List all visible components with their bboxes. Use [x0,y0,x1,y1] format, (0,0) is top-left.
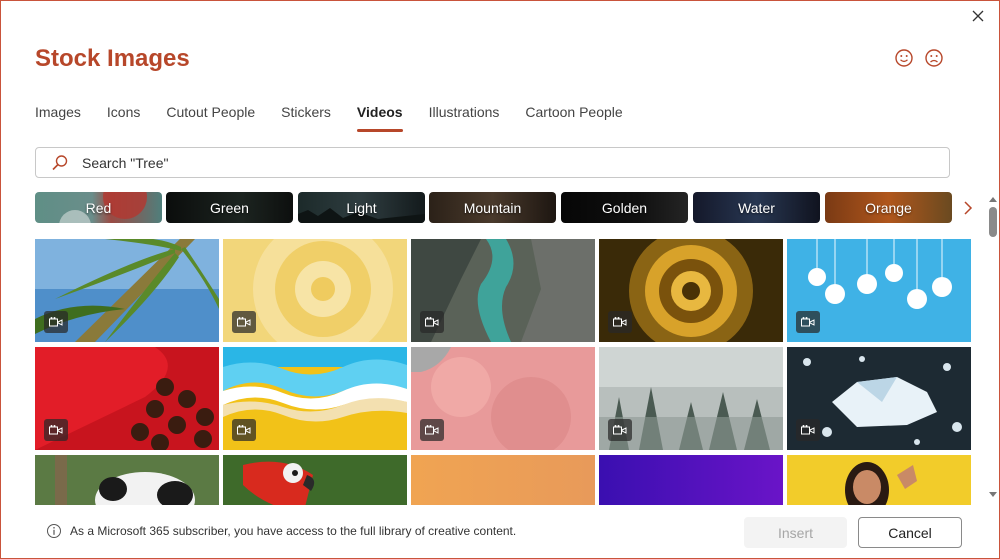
result-tile[interactable] [35,239,219,342]
video-badge [608,311,632,333]
insert-button[interactable]: Insert [744,517,847,548]
video-camera-icon [801,425,815,435]
woman-waving-thumbnail [787,455,971,505]
result-tile[interactable] [411,347,595,450]
result-tile[interactable] [223,455,407,505]
stock-images-dialog: Stock Images Images Icons Cutout People … [0,0,1000,559]
video-badge [232,419,256,441]
result-tile[interactable] [411,239,595,342]
result-tile[interactable] [599,239,783,342]
video-badge [44,311,68,333]
orange-gradient-thumbnail [411,455,595,505]
video-camera-icon [613,317,627,327]
results-scrollbar[interactable] [985,191,1000,503]
tab-images[interactable]: Images [35,99,81,129]
result-tile[interactable] [411,455,595,505]
info-icon [47,524,61,538]
chip-orange[interactable]: Orange [825,192,952,223]
results-grid [35,239,975,505]
cancel-button[interactable]: Cancel [858,517,962,548]
video-badge [796,311,820,333]
chip-label: Light [346,199,377,216]
tab-stickers[interactable]: Stickers [281,99,331,129]
result-tile[interactable] [787,455,971,505]
video-camera-icon [49,317,63,327]
video-badge [420,419,444,441]
result-tile[interactable] [787,239,971,342]
video-camera-icon [49,425,63,435]
chip-light[interactable]: Light [298,192,425,223]
video-camera-icon [237,425,251,435]
video-badge [44,419,68,441]
video-camera-icon [425,317,439,327]
tab-cartoon-people[interactable]: Cartoon People [525,99,622,129]
subscriber-info: As a Microsoft 365 subscriber, you have … [46,523,516,539]
chip-golden[interactable]: Golden [561,192,688,223]
search-icon [52,154,68,170]
tab-videos[interactable]: Videos [356,99,403,132]
chip-label: Golden [601,199,648,216]
video-badge [608,419,632,441]
category-tabs: Images Icons Cutout People Stickers Vide… [35,99,649,132]
purple-gradient-thumbnail [599,455,783,505]
video-camera-icon [237,317,251,327]
result-tile[interactable] [787,347,971,450]
scroll-down-arrow-icon[interactable] [988,489,998,499]
chip-label: Green [210,199,249,216]
result-tile[interactable] [223,239,407,342]
panda-thumbnail [35,455,219,505]
close-button[interactable] [967,5,989,27]
chip-red[interactable]: Red [35,192,162,223]
frown-icon[interactable] [924,48,944,68]
video-camera-icon [801,317,815,327]
dialog-title: Stock Images [35,45,190,72]
chip-label: Water [738,199,775,216]
video-camera-icon [613,425,627,435]
result-tile[interactable] [35,347,219,450]
video-badge [420,311,444,333]
smile-icon[interactable] [894,48,914,68]
chip-label: Orange [865,199,912,216]
chevron-right-icon[interactable] [959,198,977,218]
close-icon [972,10,984,22]
video-badge [796,419,820,441]
chip-label: Mountain [463,199,522,216]
tab-icons[interactable]: Icons [107,99,140,129]
chip-mountain[interactable]: Mountain [429,192,556,223]
result-tile[interactable] [223,347,407,450]
chip-green[interactable]: Green [166,192,293,223]
result-tile[interactable] [35,455,219,505]
video-badge [232,311,256,333]
red-macaw-thumbnail [223,455,407,505]
scroll-thumb[interactable] [989,207,997,237]
tab-illustrations[interactable]: Illustrations [429,99,500,129]
video-camera-icon [425,425,439,435]
result-tile[interactable] [599,455,783,505]
tab-cutout-people[interactable]: Cutout People [166,99,255,129]
search-input[interactable] [82,154,882,171]
chip-label: Red [85,199,112,216]
result-tile[interactable] [599,347,783,450]
search-box[interactable] [35,147,950,178]
subscriber-info-text: As a Microsoft 365 subscriber, you have … [70,524,517,538]
chip-water[interactable]: Water [693,192,820,223]
scroll-up-arrow-icon[interactable] [988,195,998,205]
